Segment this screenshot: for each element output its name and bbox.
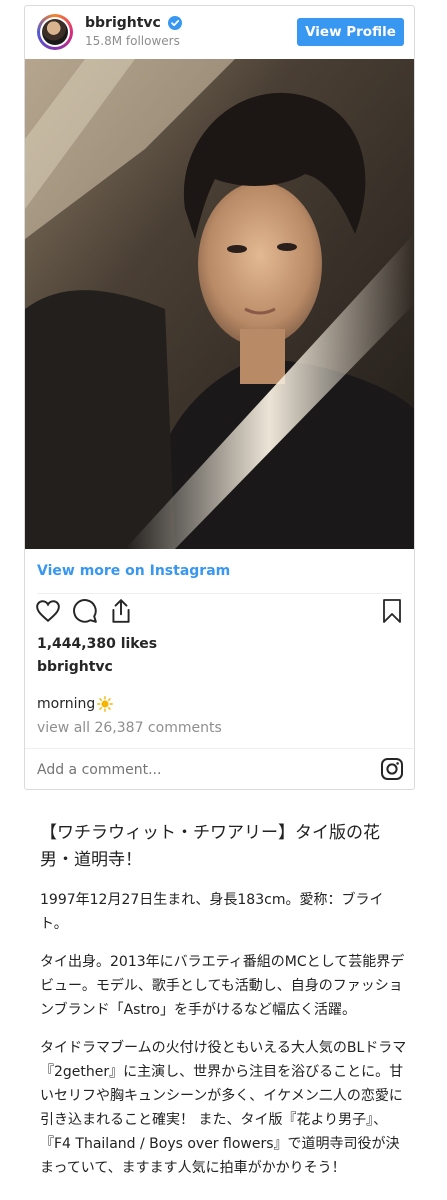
caption-text: morning bbox=[37, 696, 96, 712]
like-count[interactable]: 1,444,380 likes bbox=[37, 636, 157, 652]
caption-username[interactable]: bbrightvc bbox=[37, 659, 113, 675]
view-more-link[interactable]: View more on Instagram bbox=[37, 563, 230, 579]
verified-badge-icon bbox=[168, 16, 182, 30]
view-all-comments-link[interactable]: view all 26,387 comments bbox=[37, 720, 222, 736]
article-title: 【ワチラウィット・チワアリー】タイ版の花男・道明寺！ bbox=[40, 823, 380, 870]
instagram-icon[interactable] bbox=[380, 757, 404, 781]
comment-bar bbox=[25, 748, 414, 791]
view-profile-button[interactable]: View Profile bbox=[297, 18, 404, 46]
share-icon[interactable] bbox=[108, 598, 134, 624]
instagram-embed: bbrightvc 15.8M followers View Profile V… bbox=[24, 5, 415, 790]
article-paragraph-career: タイ出身。2013年にバラエティ番組のMCとして芸能界デビュー。モデル、歌手とし… bbox=[40, 954, 405, 1018]
follower-count: 15.8M followers bbox=[85, 34, 180, 48]
article-body: 【ワチラウィット・チワアリー】タイ版の花男・道明寺！ 1997年12月27日生ま… bbox=[40, 820, 410, 1194]
comment-icon[interactable] bbox=[72, 598, 98, 624]
post-header: bbrightvc 15.8M followers View Profile bbox=[25, 6, 414, 59]
sun-emoji bbox=[97, 696, 114, 712]
article-paragraph-drama: タイドラマブームの火付け役ともいえる大人気のBLドラマ『2gether』に主演し… bbox=[40, 1040, 407, 1176]
heart-icon[interactable] bbox=[35, 598, 61, 624]
username[interactable]: bbrightvc bbox=[85, 15, 161, 31]
comment-input[interactable] bbox=[37, 762, 337, 778]
divider bbox=[37, 593, 402, 594]
caption: morning bbox=[37, 696, 114, 712]
avatar[interactable] bbox=[37, 14, 73, 50]
article-paragraph-profile: 1997年12月27日生まれ、身長183cm。愛称：ブライト。 bbox=[40, 892, 384, 932]
bookmark-icon[interactable] bbox=[380, 598, 404, 624]
post-image[interactable] bbox=[25, 59, 414, 549]
action-bar bbox=[35, 598, 404, 626]
